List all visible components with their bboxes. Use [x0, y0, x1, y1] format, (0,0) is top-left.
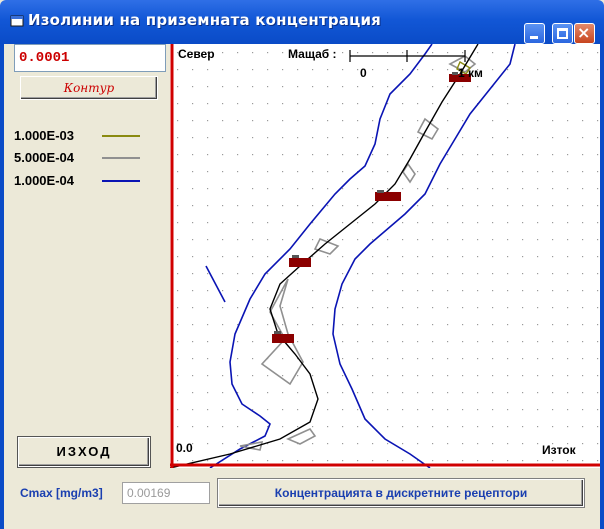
- legend-item: 5.000E-04: [14, 150, 166, 166]
- minimize-icon: [530, 36, 538, 39]
- close-icon: ×: [577, 23, 591, 42]
- legend-swatch: [102, 157, 140, 159]
- title-bar[interactable]: Изолинии на приземната концентрация ×: [0, 0, 604, 44]
- cmax-label: Cmax [mg/m3]: [20, 486, 103, 500]
- east-label: Изток: [542, 443, 576, 457]
- main-window: Изолинии на приземната концентрация × 0.…: [0, 0, 604, 529]
- window-app-icon: [10, 15, 24, 27]
- north-label: Север: [178, 47, 215, 61]
- close-button[interactable]: ×: [574, 23, 595, 44]
- legend-item: 1.000E-03: [14, 128, 166, 144]
- exit-button[interactable]: ИЗХОД: [18, 437, 150, 467]
- scale-label: Мащаб :: [288, 47, 337, 61]
- window-frame-right: [600, 44, 604, 529]
- legend-swatch: [102, 135, 140, 137]
- legend-item: 1.000E-04: [14, 173, 166, 189]
- scale-start-label: 0: [360, 66, 367, 80]
- window-frame-left: [0, 44, 4, 529]
- maximize-icon: [557, 28, 568, 39]
- discrete-receptors-button[interactable]: Концентрацията в дискретните рецептори: [218, 479, 584, 507]
- maximize-button[interactable]: [552, 23, 573, 44]
- origin-label: 0.0: [176, 441, 193, 455]
- contour-value-field[interactable]: 0.0001: [14, 44, 166, 72]
- legend-label: 1.000E-03: [14, 128, 74, 143]
- contour-button[interactable]: Контур: [20, 76, 158, 100]
- cmax-field[interactable]: 0.00169: [122, 482, 210, 504]
- legend-label: 1.000E-04: [14, 173, 74, 188]
- window-title: Изолинии на приземната концентрация: [28, 11, 381, 29]
- contour-plot-area[interactable]: Север Мащаб : 0 1 км 0.0 Изток: [169, 43, 600, 469]
- scale-end-label: 1 км: [458, 66, 483, 80]
- contour-plot-svg: [169, 43, 600, 469]
- legend-label: 5.000E-04: [14, 150, 74, 165]
- legend-swatch: [102, 180, 140, 182]
- minimize-button[interactable]: [524, 23, 545, 44]
